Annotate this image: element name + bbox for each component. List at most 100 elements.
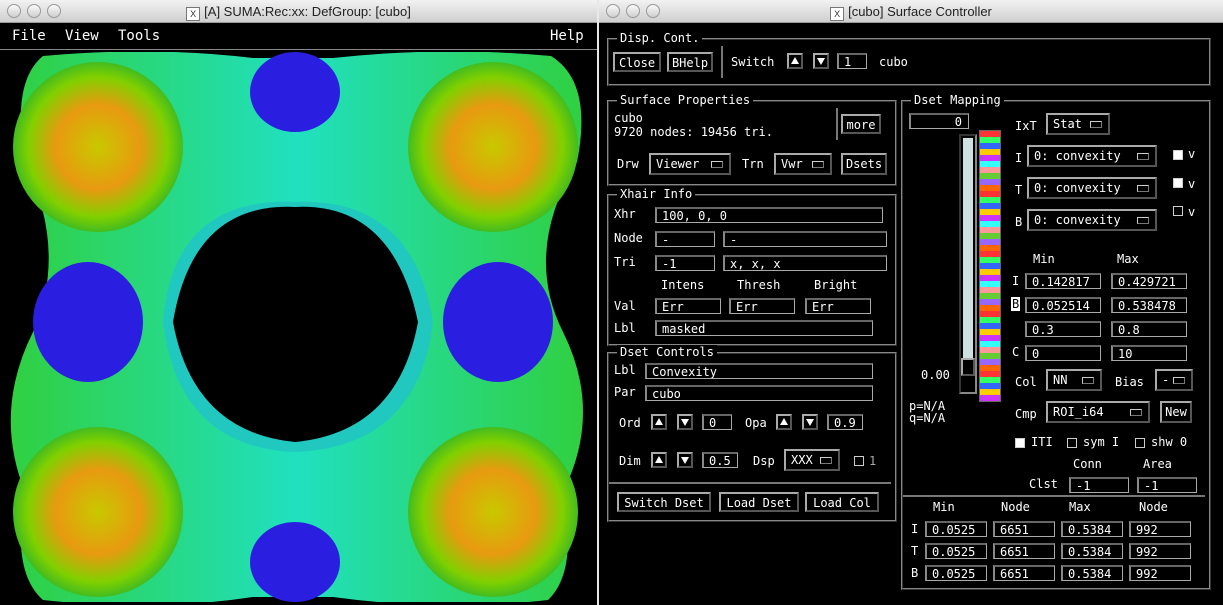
switch-down-arrow-icon[interactable] bbox=[813, 53, 829, 69]
dsp-checkbox[interactable] bbox=[854, 456, 864, 466]
more-button[interactable]: more bbox=[841, 114, 881, 134]
xhr-field[interactable]: 100, 0, 0 bbox=[655, 207, 883, 223]
i-min-field[interactable]: 0.142817 bbox=[1025, 273, 1101, 289]
row-max: 0.5384 bbox=[1061, 521, 1123, 537]
surface-props-name: cubo bbox=[614, 111, 643, 125]
menu-view[interactable]: View bbox=[65, 28, 99, 44]
bias-dropdown[interactable]: - bbox=[1155, 369, 1193, 391]
sym-i-checkbox[interactable] bbox=[1067, 438, 1077, 448]
iti-checkbox[interactable] bbox=[1015, 438, 1025, 448]
b-range-label: B bbox=[1011, 297, 1021, 311]
bhelp-button[interactable]: BHelp bbox=[667, 52, 713, 72]
row-min: 0.0525 bbox=[925, 521, 987, 537]
row-node: 6651 bbox=[993, 543, 1055, 559]
clst-area-field[interactable]: -1 bbox=[1137, 477, 1197, 493]
iti-label: ITI bbox=[1031, 435, 1053, 449]
shw0-checkbox[interactable] bbox=[1135, 438, 1145, 448]
opa-field[interactable]: 0.9 bbox=[827, 414, 863, 430]
drw-dropdown[interactable]: Viewer bbox=[649, 153, 731, 175]
t-sel-value: 0: convexity bbox=[1034, 181, 1121, 195]
surface-props-info: 9720 nodes: 19456 tri. bbox=[614, 125, 773, 139]
ord-label: Ord bbox=[619, 416, 641, 430]
bright-value: Err bbox=[805, 298, 871, 314]
i-sel-dropdown[interactable]: 0: convexity bbox=[1027, 145, 1157, 167]
xhr-label: Xhr bbox=[614, 207, 636, 221]
dim-down-arrow-icon[interactable] bbox=[677, 452, 693, 468]
close-button[interactable]: Close bbox=[613, 52, 661, 72]
b-v-label: v bbox=[1188, 205, 1196, 219]
dim-up-arrow-icon[interactable] bbox=[651, 452, 667, 468]
dsp-dropdown[interactable]: XXX bbox=[784, 449, 840, 471]
threshold-slider[interactable] bbox=[959, 134, 977, 394]
clst-conn-field[interactable]: -1 bbox=[1069, 477, 1129, 493]
opa-down-arrow-icon[interactable] bbox=[802, 414, 818, 430]
ord-down-arrow-icon[interactable] bbox=[677, 414, 693, 430]
surface-controller-window: X [cubo] Surface Controller Disp. Cont. C… bbox=[599, 0, 1223, 605]
trn-dropdown[interactable]: Vwr bbox=[774, 153, 832, 175]
min-header: Min bbox=[1033, 252, 1055, 266]
threshold-slider-thumb[interactable] bbox=[961, 358, 975, 376]
menu-file[interactable]: File bbox=[12, 28, 46, 44]
menu-tools[interactable]: Tools bbox=[118, 28, 160, 44]
dset-controls-group: Dset Controls Lbl Convexity Par cubo Ord… bbox=[607, 345, 897, 522]
dsets-button[interactable]: Dsets bbox=[841, 153, 887, 175]
threshold-value-field[interactable]: 0 bbox=[909, 113, 969, 129]
switch-up-arrow-icon[interactable] bbox=[787, 53, 803, 69]
trn-value: Vwr bbox=[781, 157, 803, 171]
node-label: Node bbox=[614, 231, 643, 245]
i-max-field[interactable]: 0.429721 bbox=[1111, 273, 1187, 289]
t-v-checkbox[interactable] bbox=[1173, 178, 1183, 188]
q-value: q=N/A bbox=[909, 411, 946, 425]
col-dropdown[interactable]: NN bbox=[1046, 369, 1102, 391]
i-sel-label: I bbox=[1015, 151, 1023, 165]
dset-lbl-field[interactable]: Convexity bbox=[645, 363, 873, 379]
disp-cont-label: Disp. Cont. bbox=[617, 31, 703, 45]
threshold-zero-label: 0.00 bbox=[921, 368, 950, 382]
ixt-dropdown[interactable]: Stat bbox=[1046, 113, 1110, 135]
clst-label: Clst bbox=[1029, 477, 1058, 491]
switch-label: Switch bbox=[731, 55, 775, 69]
switch-dset-button[interactable]: Switch Dset bbox=[617, 492, 711, 512]
colormap-bar[interactable] bbox=[979, 130, 1001, 402]
node-field[interactable]: - bbox=[655, 231, 715, 247]
viewer-menubar: File View Tools Help bbox=[0, 23, 597, 50]
surface-properties-group: Surface Properties cubo 9720 nodes: 1945… bbox=[607, 93, 897, 186]
tri-field[interactable]: -1 bbox=[655, 255, 715, 271]
switch-index-field[interactable]: 1 bbox=[837, 53, 867, 69]
i-v-checkbox[interactable] bbox=[1173, 150, 1183, 160]
c-max-field[interactable]: 10 bbox=[1111, 345, 1187, 361]
load-dset-button[interactable]: Load Dset bbox=[719, 492, 799, 512]
node-info-field: - bbox=[723, 231, 887, 247]
ixt-value: Stat bbox=[1053, 117, 1082, 131]
row-node: 6651 bbox=[993, 565, 1055, 581]
dim-field[interactable]: 0.5 bbox=[702, 452, 738, 468]
surface-3d-view[interactable] bbox=[3, 52, 588, 602]
b-sel-label: B bbox=[1015, 215, 1023, 229]
ord-up-arrow-icon[interactable] bbox=[651, 414, 667, 430]
t-v-label: v bbox=[1188, 177, 1196, 191]
b2-max-field[interactable]: 0.8 bbox=[1111, 321, 1187, 337]
c-min-field[interactable]: 0 bbox=[1025, 345, 1101, 361]
table-node-header: Node bbox=[1001, 500, 1030, 514]
table-node2-header: Node bbox=[1139, 500, 1168, 514]
tri-label: Tri bbox=[614, 255, 636, 269]
intens-value: Err bbox=[655, 298, 721, 314]
corner-blob-tr bbox=[408, 62, 578, 232]
menu-help[interactable]: Help bbox=[550, 28, 584, 44]
bright-header: Bright bbox=[814, 278, 858, 292]
b-sel-dropdown[interactable]: 0: convexity bbox=[1027, 209, 1157, 231]
b2-min-field[interactable]: 0.3 bbox=[1025, 321, 1101, 337]
ord-field[interactable]: 0 bbox=[702, 414, 732, 430]
opa-up-arrow-icon[interactable] bbox=[776, 414, 792, 430]
thresh-value: Err bbox=[729, 298, 795, 314]
lbl-label: Lbl bbox=[614, 321, 636, 335]
intens-header: Intens bbox=[661, 278, 705, 292]
new-button[interactable]: New bbox=[1160, 401, 1192, 423]
t-sel-dropdown[interactable]: 0: convexity bbox=[1027, 177, 1157, 199]
cmp-dropdown[interactable]: ROI_i64 bbox=[1046, 401, 1150, 423]
load-col-button[interactable]: Load Col bbox=[805, 492, 879, 512]
b-v-checkbox[interactable] bbox=[1173, 206, 1183, 216]
b-min-field[interactable]: 0.052514 bbox=[1025, 297, 1101, 313]
b-max-field[interactable]: 0.538478 bbox=[1111, 297, 1187, 313]
blue-patch-left bbox=[33, 262, 143, 382]
